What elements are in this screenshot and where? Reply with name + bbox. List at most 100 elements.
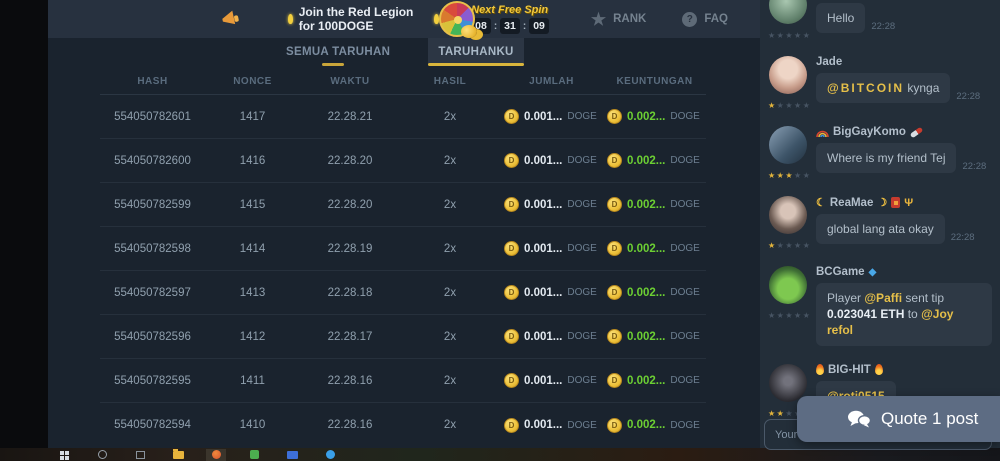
chat-message[interactable]: ★★★★★ BCGame ◆ Player @Paffi sent tip 0.… xyxy=(760,264,1000,346)
windows-start-icon[interactable] xyxy=(54,449,74,461)
waktu-cell: 22.28.19 xyxy=(300,243,400,255)
rainbow-icon xyxy=(816,128,829,137)
currency-label: DOGE xyxy=(567,287,596,298)
nonce-cell: 1411 xyxy=(205,375,300,387)
avatar[interactable] xyxy=(769,0,807,24)
chat-bubble[interactable]: Where is my friend Tej xyxy=(816,143,956,173)
hasil-cell: 2x xyxy=(400,111,500,123)
avatar[interactable] xyxy=(769,364,807,402)
currency-label: DOGE xyxy=(670,287,699,298)
hash-cell: 554050782600 xyxy=(100,155,205,167)
app-icon-blue-circle[interactable] xyxy=(320,449,340,461)
bet-amount: 0.001... xyxy=(524,375,562,387)
chat-username[interactable]: Jade xyxy=(816,56,842,68)
table-row[interactable]: 554050782599 1415 22.28.20 2x D 0.001...… xyxy=(100,183,706,227)
task-view-icon[interactable] xyxy=(130,449,150,461)
timer-separator: : xyxy=(523,21,526,32)
jumlah-cell: D 0.001... DOGE xyxy=(500,153,603,168)
keuntungan-cell: D 0.002... DOGE xyxy=(603,197,706,212)
app-window: Join the Red Legion for 100DOGE Next Fre… xyxy=(0,0,1000,461)
blue-gem-icon: ◆ xyxy=(869,267,877,278)
app-icon-green[interactable] xyxy=(244,449,264,461)
chat-username[interactable]: ReaMae xyxy=(830,197,873,209)
tip-amount: 0.023041 ETH xyxy=(827,307,904,321)
table-row[interactable]: 554050782594 1410 22.28.16 2x D 0.001...… xyxy=(100,403,706,447)
rank-button[interactable]: ★ RANK xyxy=(591,11,646,28)
chat-username[interactable]: BIG-HIT xyxy=(828,364,871,376)
chat-message[interactable]: ★★★★★ Jade @BITCOIN kynga 22:28 xyxy=(760,54,1000,114)
doge-coin-icon: D xyxy=(504,109,519,124)
chat-message[interactable]: ★★★★★ ☾ ReaMae ☽ Ψ global lang ata okay … xyxy=(760,194,1000,254)
announcement-text-group[interactable]: Join the Red Legion for 100DOGE xyxy=(288,5,439,33)
tab-semua-underline xyxy=(322,63,344,66)
currency-label: DOGE xyxy=(567,331,596,342)
nonce-cell: 1416 xyxy=(205,155,300,167)
profit-amount: 0.002... xyxy=(627,199,665,211)
chat-message[interactable]: ★★★★★ BigGayKomo Where is my friend Tej … xyxy=(760,124,1000,184)
currency-label: DOGE xyxy=(670,155,699,166)
paintbrush-icon xyxy=(910,126,924,138)
doge-coin-icon: D xyxy=(504,241,519,256)
avatar[interactable] xyxy=(769,266,807,304)
table-row[interactable]: 554050782596 1412 22.28.17 2x D 0.001...… xyxy=(100,315,706,359)
free-spin-widget[interactable]: Next Free Spin 08 : 31 : 09 xyxy=(439,1,549,37)
chat-bubble[interactable]: global lang ata okay xyxy=(816,214,945,244)
tab-taruhanku[interactable]: TARUHANKU xyxy=(428,38,524,65)
browser-icon[interactable] xyxy=(206,449,226,461)
currency-label: DOGE xyxy=(670,375,699,386)
quote-post-button[interactable]: Quote 1 post xyxy=(797,396,1000,442)
currency-label: DOGE xyxy=(670,199,699,210)
avatar[interactable] xyxy=(769,126,807,164)
timer-minutes: 31 xyxy=(500,18,520,34)
bulb-icon xyxy=(288,14,293,24)
jumlah-cell: D 0.001... DOGE xyxy=(500,329,603,344)
hasil-cell: 2x xyxy=(400,419,500,431)
table-row[interactable]: 554050782595 1411 22.28.16 2x D 0.001...… xyxy=(100,359,706,403)
keuntungan-cell: D 0.002... DOGE xyxy=(603,373,706,388)
currency-label: DOGE xyxy=(567,420,596,431)
chat-timestamp: 22:28 xyxy=(956,91,980,103)
col-waktu: WAKTU xyxy=(300,76,400,87)
rank-star-icon: ★ xyxy=(591,11,606,28)
file-explorer-icon[interactable] xyxy=(168,449,188,461)
tab-semua-taruhan[interactable]: SEMUA TARUHAN xyxy=(286,38,390,65)
avatar[interactable] xyxy=(769,196,807,234)
chat-username[interactable]: BCGame xyxy=(816,266,865,278)
avatar[interactable] xyxy=(769,56,807,94)
profit-amount: 0.002... xyxy=(627,419,665,431)
waktu-cell: 22.28.21 xyxy=(300,111,400,123)
app-icon-blue-window[interactable] xyxy=(282,449,302,461)
chat-timestamp: 22:28 xyxy=(951,232,975,244)
profit-amount: 0.002... xyxy=(627,243,665,255)
faq-label: FAQ xyxy=(704,13,728,25)
profit-amount: 0.002... xyxy=(627,287,665,299)
table-row[interactable]: 554050782601 1417 22.28.21 2x D 0.001...… xyxy=(100,95,706,139)
doge-coin-icon: D xyxy=(607,197,622,212)
mention-link[interactable]: @BITCOIN xyxy=(827,81,904,95)
doge-coin-icon: D xyxy=(607,241,622,256)
nonce-cell: 1413 xyxy=(205,287,300,299)
chat-username[interactable]: BigGayKomo xyxy=(833,126,906,138)
chat-bubble[interactable]: @BITCOIN kynga xyxy=(816,73,950,103)
waktu-cell: 22.28.18 xyxy=(300,287,400,299)
chat-bubble[interactable]: Player @Paffi sent tip 0.023041 ETH to @… xyxy=(816,283,992,346)
bet-amount: 0.001... xyxy=(524,331,562,343)
jumlah-cell: D 0.001... DOGE xyxy=(500,418,603,433)
col-jumlah: JUMLAH xyxy=(500,76,603,87)
currency-label: DOGE xyxy=(567,155,596,166)
currency-label: DOGE xyxy=(567,375,596,386)
trident-icon: Ψ xyxy=(904,197,913,209)
search-icon[interactable] xyxy=(92,449,112,461)
chat-bubble[interactable]: Hello xyxy=(816,3,865,33)
table-row[interactable]: 554050782600 1416 22.28.20 2x D 0.001...… xyxy=(100,139,706,183)
spin-wheel-icon[interactable] xyxy=(439,1,475,37)
chat-message[interactable]: ★★★★★ Joy refol Hello 22:28 xyxy=(760,0,1000,44)
tab-taruhanku-underline xyxy=(428,63,524,66)
faq-button[interactable]: ? FAQ xyxy=(682,12,728,27)
table-row[interactable]: 554050782598 1414 22.28.19 2x D 0.001...… xyxy=(100,227,706,271)
table-row[interactable]: 554050782597 1413 22.28.18 2x D 0.001...… xyxy=(100,271,706,315)
col-hasil: HASIL xyxy=(400,76,500,87)
doge-coin-icon: D xyxy=(607,153,622,168)
mention-link[interactable]: @Paffi xyxy=(864,291,902,305)
currency-label: DOGE xyxy=(670,331,699,342)
